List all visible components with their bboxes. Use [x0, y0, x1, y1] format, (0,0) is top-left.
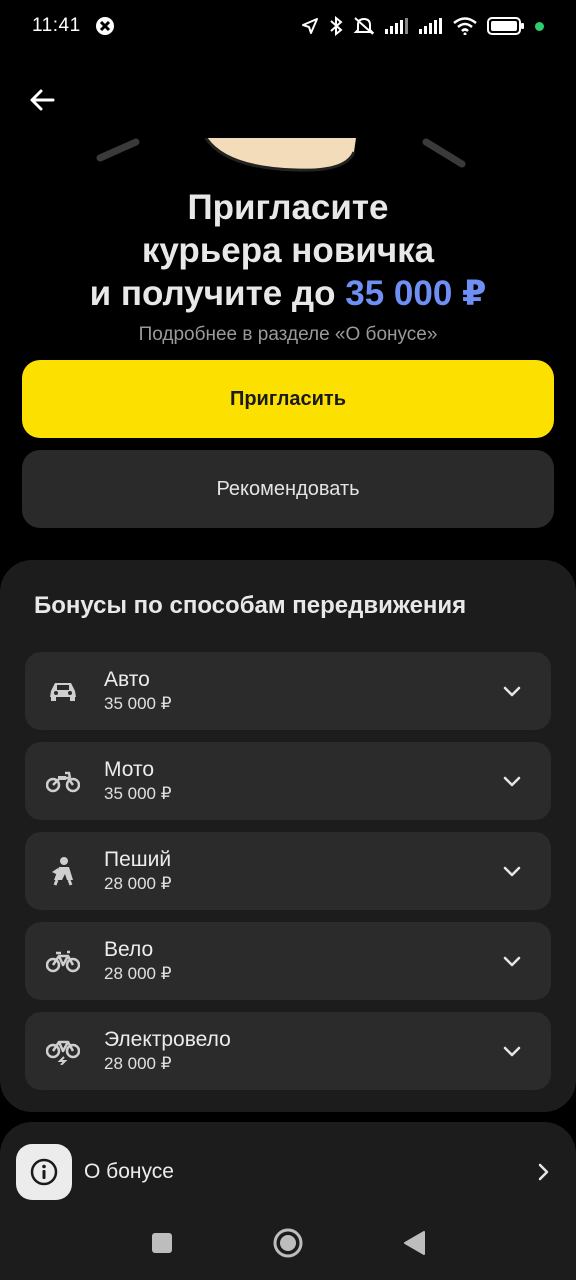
motorcycle-icon	[45, 764, 81, 798]
bonus-item-value: 28 000 ₽	[104, 964, 172, 983]
bonus-item-value: 35 000 ₽	[104, 784, 172, 803]
arrow-left-icon	[30, 89, 55, 111]
bonus-item-bike[interactable]: Вело 28 000 ₽	[25, 922, 551, 1000]
status-indicator-dot	[535, 21, 544, 31]
app-notification-icon	[95, 17, 114, 35]
status-time: 11:41	[32, 15, 81, 36]
bonuses-card: Бонусы по способам передвижения Авто 35 …	[0, 560, 576, 1112]
signal-icon-2	[419, 18, 442, 34]
signal-icon	[385, 18, 408, 34]
bicycle-icon	[45, 944, 81, 978]
bonus-item-name: Авто	[104, 668, 150, 691]
hero-subtitle: Подробнее в разделе «О бонусе»	[138, 324, 438, 345]
battery-icon	[487, 17, 524, 35]
bonus-item-name: Пеший	[104, 848, 172, 871]
circle-icon	[273, 1228, 303, 1258]
square-icon	[152, 1233, 172, 1253]
electric-bicycle-icon	[45, 1034, 81, 1068]
hero-title-line-2: курьера новичка	[141, 231, 435, 270]
bonus-item-name: Вело	[104, 938, 154, 961]
bonus-item-value: 35 000 ₽	[104, 694, 172, 713]
bonuses-heading: Бонусы по способам передвижения	[34, 592, 467, 619]
info-icon-container	[16, 1144, 72, 1200]
bonuses-list: Авто 35 000 ₽ Мото 35 000 ₽ Пеший 28 000…	[25, 652, 551, 1102]
bonus-item-walk[interactable]: Пеший 28 000 ₽	[25, 832, 551, 910]
bluetooth-icon	[330, 16, 343, 36]
car-icon	[45, 674, 81, 708]
system-navigation-bar	[0, 1206, 576, 1280]
hero-title-line-3: и получите до 35 000 ₽	[0, 272, 576, 315]
bonus-item-name: Электровело	[104, 1028, 231, 1051]
bonus-item-name: Мото	[104, 758, 155, 781]
wifi-icon	[453, 17, 477, 35]
mute-icon	[353, 17, 375, 35]
about-bonus-row[interactable]: О бонусе	[16, 1144, 560, 1200]
invite-button[interactable]: Пригласить	[22, 360, 554, 438]
hero-title-prefix: и получите до	[89, 274, 346, 313]
status-bar: 11:41	[0, 0, 576, 52]
bonus-item-auto[interactable]: Авто 35 000 ₽	[25, 652, 551, 730]
chevron-down-icon	[503, 956, 521, 967]
courier-illustration	[96, 138, 466, 172]
bonus-item-ebike[interactable]: Электровело 28 000 ₽	[25, 1012, 551, 1090]
chevron-down-icon	[503, 1046, 521, 1057]
chevron-down-icon	[503, 866, 521, 877]
chevron-right-icon	[538, 1163, 549, 1181]
recommend-button[interactable]: Рекомендовать	[22, 450, 554, 528]
pedestrian-icon	[45, 854, 81, 888]
bonus-item-value: 28 000 ₽	[104, 874, 172, 893]
bonus-item-moto[interactable]: Мото 35 000 ₽	[25, 742, 551, 820]
home-button[interactable]	[268, 1223, 308, 1263]
chevron-down-icon	[503, 686, 521, 697]
invite-hero-card: Пригласите курьера новичка и получите до…	[0, 138, 576, 550]
hero-title-line-1: Пригласите	[187, 188, 389, 227]
hero-bonus-amount: 35 000 ₽	[345, 274, 487, 313]
info-icon	[30, 1158, 58, 1186]
triangle-back-icon	[404, 1231, 425, 1255]
hero-title: Пригласите курьера новичка и получите до…	[0, 186, 576, 315]
location-icon	[302, 18, 318, 34]
chevron-down-icon	[503, 776, 521, 787]
system-back-button[interactable]	[394, 1223, 434, 1263]
bonus-item-value: 28 000 ₽	[104, 1054, 172, 1073]
back-button[interactable]	[22, 80, 62, 120]
status-icons	[301, 16, 544, 36]
recents-button[interactable]	[142, 1223, 182, 1263]
about-bonus-label: О бонусе	[84, 1160, 174, 1183]
